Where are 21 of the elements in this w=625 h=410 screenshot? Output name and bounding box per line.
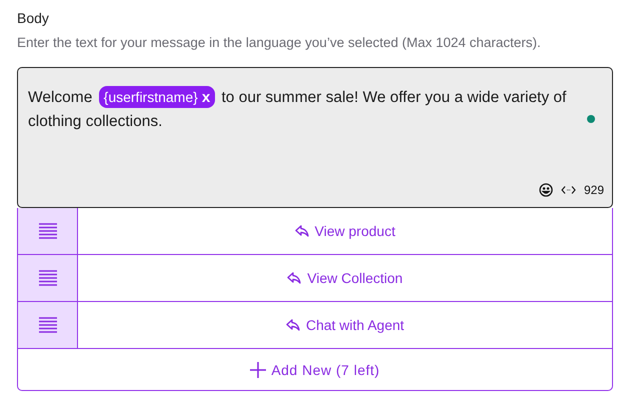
message-editor[interactable]: Welcome {userfirstname} x to our summer sale! We offer you a wide variety of clothing collections. 929 bbox=[17, 67, 613, 208]
drag-handle-icon[interactable] bbox=[38, 270, 56, 286]
status-dot bbox=[587, 115, 595, 123]
drag-handle[interactable] bbox=[18, 302, 78, 348]
drag-handle-icon[interactable] bbox=[38, 317, 56, 333]
message-text: Welcome bbox=[28, 89, 92, 106]
character-count: 929 bbox=[584, 183, 604, 197]
message-text: clothing collections. bbox=[28, 113, 162, 130]
variable-tag[interactable]: {userfirstname} x bbox=[98, 86, 216, 108]
reply-icon bbox=[286, 319, 300, 331]
field-hint: Enter the text for your message in the language you’ve selected (Max 1024 characters). bbox=[17, 35, 542, 50]
drag-handle-icon[interactable] bbox=[38, 223, 56, 239]
drag-handle[interactable] bbox=[18, 255, 78, 301]
reply-icon bbox=[294, 225, 309, 237]
reply-icon bbox=[287, 272, 302, 284]
drag-handle[interactable] bbox=[18, 208, 78, 254]
field-label: Body bbox=[17, 10, 50, 26]
emoji-icon[interactable] bbox=[538, 183, 553, 197]
code-icon[interactable] bbox=[560, 185, 576, 195]
message-text: to our summer sale! We offer you a wide variety of bbox=[221, 89, 566, 106]
plus-icon bbox=[250, 362, 266, 378]
